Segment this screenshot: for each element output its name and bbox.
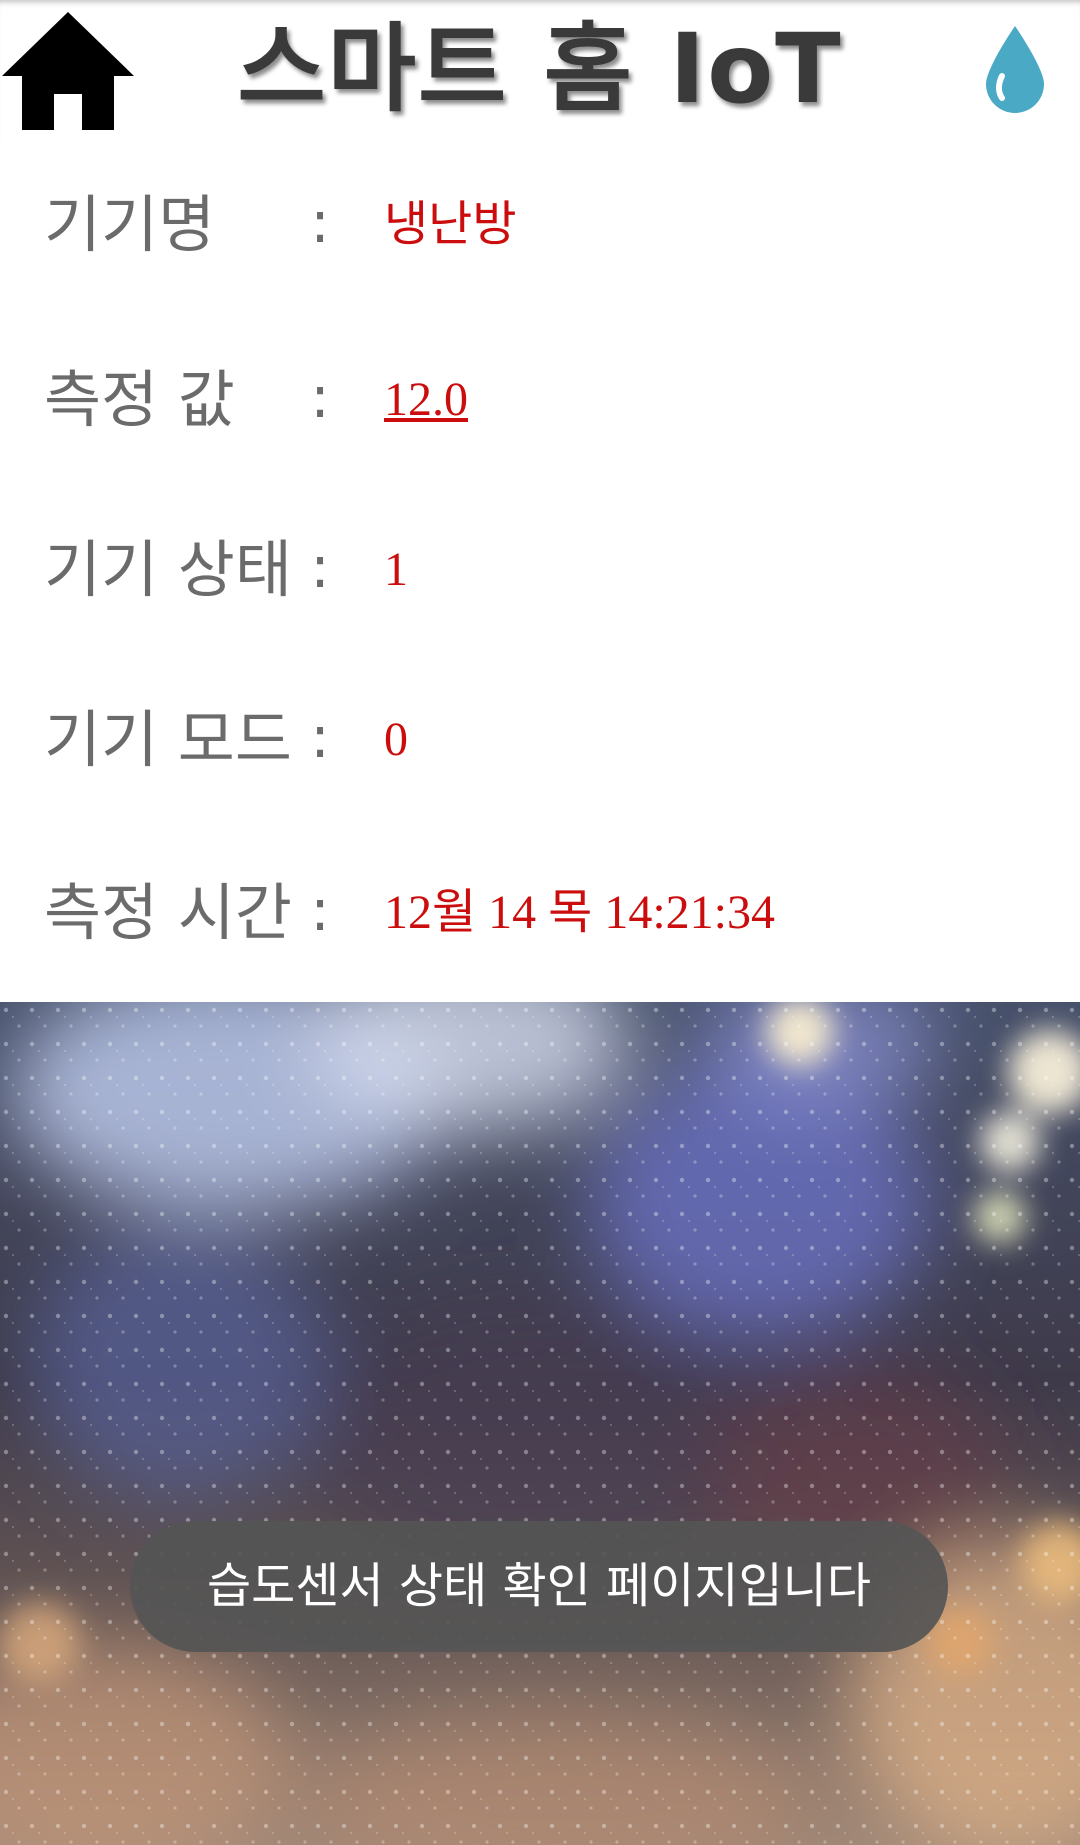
device-status-value: 1 bbox=[384, 543, 408, 596]
device-name-row: 기기명 : 냉난방 bbox=[0, 170, 1080, 280]
device-mode-row: 기기 모드 : 0 bbox=[0, 685, 1080, 795]
measured-time-label: 측정 시간 bbox=[44, 876, 292, 949]
device-status-colon: : bbox=[310, 533, 330, 601]
device-name-label: 기기명 bbox=[44, 188, 216, 261]
home-button[interactable] bbox=[0, 10, 136, 132]
water-drop-icon bbox=[986, 26, 1044, 113]
bokeh-photo bbox=[0, 1002, 1080, 1845]
measured-time-value: 12월 14 목 14:21:34 bbox=[384, 886, 775, 939]
device-mode-label: 기기 모드 bbox=[44, 703, 292, 776]
measured-value-link[interactable]: 12.0 bbox=[384, 345, 468, 455]
measured-time-row: 측정 시간 : 12월 14 목 14:21:34 bbox=[0, 858, 1080, 968]
toast-message: 습도센서 상태 확인 페이지입니다 bbox=[130, 1521, 948, 1652]
screen: 스마트 홈 IoT 기기명 : 냉난방 측정 값 : 12.0 기기 상태 : … bbox=[0, 0, 1080, 1845]
device-name-colon: : bbox=[310, 188, 330, 256]
measured-value-row: 측정 값 : 12.0 bbox=[0, 345, 1080, 455]
measured-value-colon: : bbox=[310, 363, 330, 431]
water-drop-button[interactable] bbox=[980, 24, 1050, 116]
rainy-window-background-image bbox=[0, 1002, 1080, 1845]
app-header: 스마트 홈 IoT bbox=[0, 0, 1080, 140]
measured-time-colon: : bbox=[310, 876, 330, 944]
device-name-value: 냉난방 bbox=[384, 198, 517, 251]
device-status-label: 기기 상태 bbox=[44, 533, 292, 606]
device-mode-value: 0 bbox=[384, 713, 408, 766]
device-mode-colon: : bbox=[310, 703, 330, 771]
measured-value-label: 측정 값 bbox=[44, 363, 235, 436]
app-title: 스마트 홈 IoT bbox=[237, 13, 843, 125]
device-status-row: 기기 상태 : 1 bbox=[0, 515, 1080, 625]
home-icon bbox=[2, 12, 134, 130]
